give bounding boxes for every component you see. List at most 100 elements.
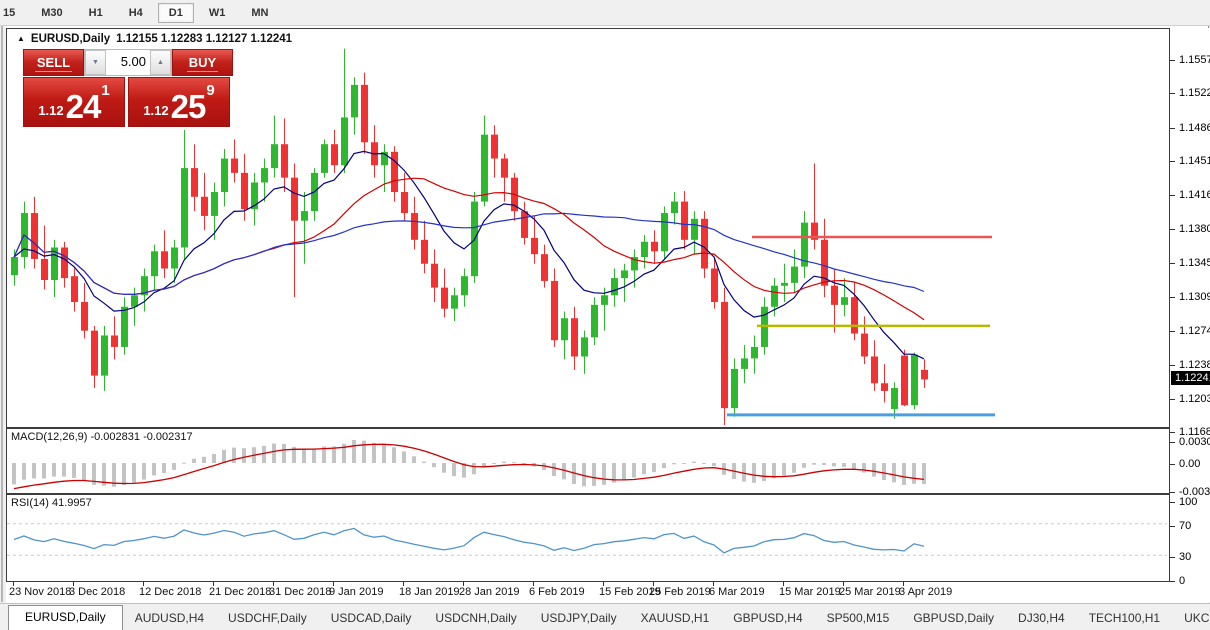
time-axis-label: 3 Apr 2019 [899, 586, 952, 598]
chart-tab-eurusd-daily[interactable]: EURUSD,Daily [8, 605, 123, 630]
chart-tab-bar: EURUSD,DailyAUDUSD,H4USDCHF,DailyUSDCAD,… [0, 603, 1210, 630]
main-chart-pane[interactable]: ▲ EURUSD,Daily 1.12155 1.12283 1.12127 1… [6, 28, 1170, 428]
timeframe-button-H4[interactable]: H4 [118, 3, 154, 23]
volume-spinner: ▼ 5.00 ▲ [84, 49, 172, 76]
price-tick [1170, 365, 1175, 366]
rsi-axis-tick [1170, 502, 1175, 503]
price-tick [1170, 432, 1175, 433]
rsi-label: RSI(14) 41.9957 [11, 497, 92, 509]
price-axis-label: 1.13450 [1179, 257, 1210, 269]
price-axis-label: 1.14860 [1179, 122, 1210, 134]
time-axis-label: 23 Nov 2018 [9, 586, 71, 598]
chart-tab-usdcad-daily[interactable]: USDCAD,Daily [319, 607, 424, 630]
one-click-trading-panel: SELL ▼ 5.00 ▲ BUY 1.12241 1.12259 [23, 49, 233, 127]
price-axis-label: 1.13800 [1179, 223, 1210, 235]
price-tick [1170, 297, 1175, 298]
price-axis-label: 1.12740 [1179, 325, 1210, 337]
price-axis-label: 1.12380 [1179, 359, 1210, 371]
price-tick [1170, 229, 1175, 230]
volume-input[interactable]: 5.00 [106, 50, 150, 75]
price-tick [1170, 60, 1175, 61]
time-axis-label: 3 Dec 2018 [69, 586, 125, 598]
price-tick [1170, 161, 1175, 162]
time-axis-label: 18 Jan 2019 [399, 586, 460, 598]
time-axis-label: 9 Jan 2019 [329, 586, 383, 598]
macd-pane[interactable]: MACD(12,26,9) -0.002831 -0.002317 [6, 428, 1170, 494]
buy-quote-button[interactable]: 1.12259 [128, 77, 230, 127]
price-axis-label: 1.14160 [1179, 189, 1210, 201]
time-axis-label: 28 Jan 2019 [459, 586, 520, 598]
price-tick [1170, 331, 1175, 332]
rsi-axis-label: 100 [1179, 496, 1197, 508]
buy-button[interactable]: BUY [172, 49, 233, 76]
price-axis-label: 1.13090 [1179, 291, 1210, 303]
sell-button[interactable]: SELL [23, 49, 84, 76]
chart-tab-dj30-h4[interactable]: DJ30,H4 [1006, 607, 1077, 630]
macd-axis-label: 0.003095 [1179, 436, 1210, 448]
chart-tab-gbpusd-h4[interactable]: GBPUSD,H4 [721, 607, 814, 630]
chart-window: ▲ EURUSD,Daily 1.12155 1.12283 1.12127 1… [6, 26, 1208, 605]
rsi-axis-tick [1170, 557, 1175, 558]
time-axis[interactable]: 23 Nov 20183 Dec 2018 12 Dec 2018 21 Dec 2… [6, 582, 1170, 602]
chart-tab-usdchf-daily[interactable]: USDCHF,Daily [216, 607, 319, 630]
time-axis-label: 15 Mar 2019 [779, 586, 841, 598]
sell-quote-button[interactable]: 1.12241 [23, 77, 125, 127]
chart-symbol-label: EURUSD,Daily [31, 33, 110, 45]
rsi-axis-label: 30 [1179, 551, 1191, 563]
buy-price-pip: 9 [206, 72, 214, 110]
price-tick [1170, 195, 1175, 196]
macd-axis-tick [1170, 464, 1175, 465]
price-tick [1170, 128, 1175, 129]
rsi-canvas [7, 495, 1167, 579]
buy-price-main: 25 [171, 92, 206, 122]
time-axis-label: 25 Mar 2019 [839, 586, 901, 598]
chart-tab-tech100-h1[interactable]: TECH100,H1 [1077, 607, 1172, 630]
chart-tab-gbpusd-daily[interactable]: GBPUSD,Daily [901, 607, 1006, 630]
rsi-axis-label: 70 [1179, 520, 1191, 532]
chart-tab-usdjpy-daily[interactable]: USDJPY,Daily [529, 607, 629, 630]
price-axis-label: 1.15220 [1179, 87, 1210, 99]
time-axis-label: 6 Mar 2019 [709, 586, 765, 598]
timeframe-button-M30[interactable]: M30 [30, 3, 73, 23]
sell-price-main: 24 [66, 92, 101, 122]
sell-price-pip: 1 [101, 72, 109, 110]
rsi-axis-tick [1170, 526, 1175, 527]
price-axis[interactable]: 1.12241 1.15570 1.15220 1.14860 1.14510 1.14… [1170, 28, 1210, 602]
time-axis-label: 12 Dec 2018 [139, 586, 201, 598]
timeframe-button-MN[interactable]: MN [240, 3, 279, 23]
rsi-pane[interactable]: RSI(14) 41.9957 [6, 494, 1170, 582]
timeframe-button-W1[interactable]: W1 [198, 3, 237, 23]
rsi-axis-label: 0 [1179, 575, 1185, 587]
volume-up-icon[interactable]: ▲ [150, 50, 171, 75]
time-axis-label: 31 Dec 2018 [269, 586, 331, 598]
buy-price-prefix: 1.12 [143, 100, 168, 122]
chart-title-bar: ▲ EURUSD,Daily 1.12155 1.12283 1.12127 1… [17, 33, 292, 45]
sell-price-prefix: 1.12 [38, 100, 63, 122]
timeframe-button-H1[interactable]: H1 [78, 3, 114, 23]
rsi-axis-tick [1170, 581, 1175, 582]
chart-tab-usdcnh-daily[interactable]: USDCNH,Daily [423, 607, 528, 630]
price-axis-label: 1.14510 [1179, 155, 1210, 167]
price-axis-label: 1.15570 [1179, 54, 1210, 66]
chart-tab-ukc[interactable]: UKC [1172, 607, 1210, 630]
timeframe-button-D1[interactable]: D1 [158, 3, 194, 23]
macd-axis-tick [1170, 492, 1175, 493]
price-axis-label: 1.12030 [1179, 393, 1210, 405]
macd-label: MACD(12,26,9) -0.002831 -0.002317 [11, 431, 193, 443]
timeframe-button-15[interactable]: 15 [0, 3, 26, 23]
chart-ohlc-values: 1.12155 1.12283 1.12127 1.12241 [116, 33, 292, 45]
time-axis-label: 6 Feb 2019 [529, 586, 585, 598]
collapse-panel-icon[interactable]: ▲ [17, 34, 25, 43]
price-tick [1170, 263, 1175, 264]
macd-axis-tick [1170, 442, 1175, 443]
time-axis-label: 25 Feb 2019 [649, 586, 711, 598]
price-tick [1170, 399, 1175, 400]
chart-tab-xauusd-h1[interactable]: XAUUSD,H1 [629, 607, 722, 630]
timeframe-toolbar: 15M30H1H4D1W1MN [0, 0, 1210, 26]
price-tick [1170, 93, 1175, 94]
macd-axis-label: 0.00 [1179, 458, 1200, 470]
chart-tab-sp500-m15[interactable]: SP500,M15 [815, 607, 902, 630]
current-price-tag: 1.12241 [1171, 371, 1210, 385]
time-axis-label: 21 Dec 2018 [209, 586, 271, 598]
chart-tab-audusd-h4[interactable]: AUDUSD,H4 [123, 607, 216, 630]
